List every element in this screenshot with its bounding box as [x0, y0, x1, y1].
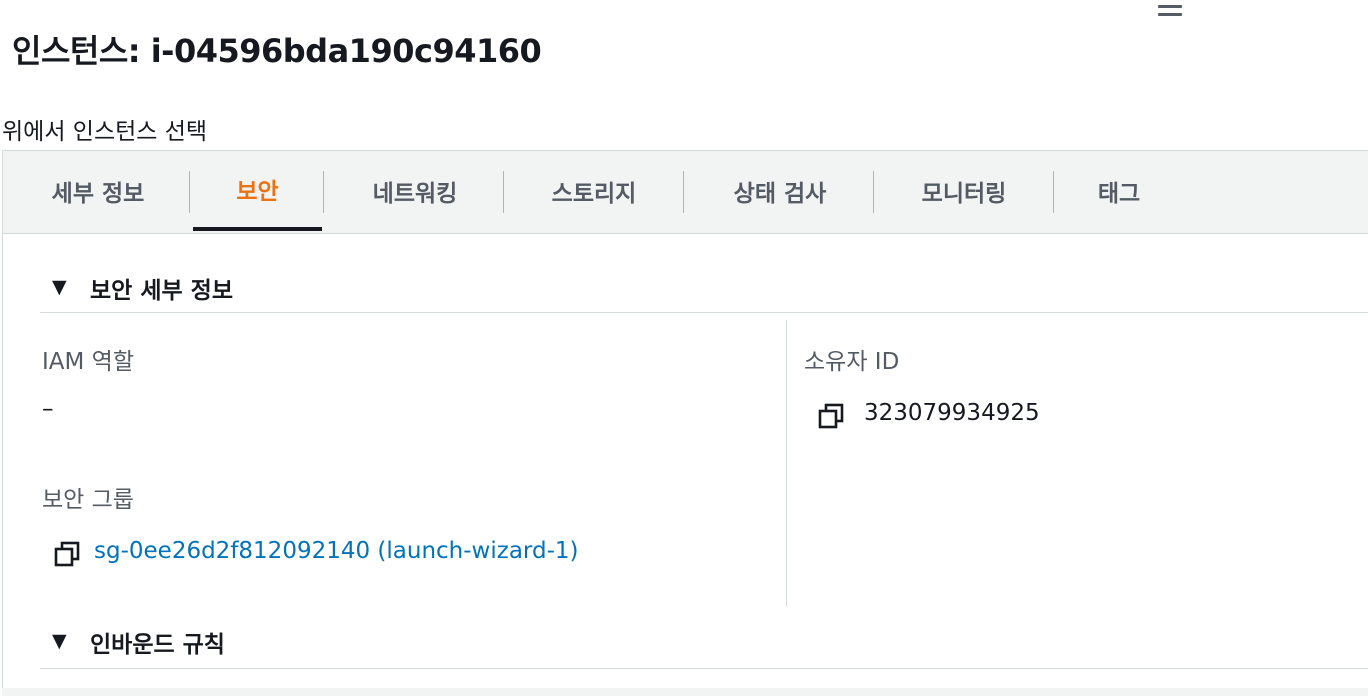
tab-tags[interactable]: 태그 [1067, 151, 1171, 231]
page: 인스턴스: i-04596bda190c94160 위에서 인스턴스 선택 세부… [0, 0, 1368, 696]
tab-networking[interactable]: 네트워킹 [339, 151, 491, 231]
bottom-strip [2, 688, 1368, 696]
tab-separator [189, 171, 190, 213]
tab-status-checks[interactable]: 상태 검사 [697, 151, 863, 231]
inbound-rules-header[interactable]: ▼ 인바운드 규칙 [40, 622, 1368, 669]
page-title: 인스턴스: i-04596bda190c94160 [12, 32, 542, 70]
tab-monitoring[interactable]: 모니터링 [887, 151, 1041, 231]
tab-bar: 세부 정보 보안 네트워킹 스토리지 상태 검사 모니터링 태그 [3, 151, 1368, 234]
tab-separator [503, 171, 504, 213]
tab-separator [873, 171, 874, 213]
copy-icon[interactable] [818, 403, 844, 429]
caret-down-icon: ▼ [52, 630, 67, 652]
column-divider [786, 320, 787, 606]
inbound-rules-title: 인바운드 규칙 [90, 632, 225, 658]
security-group-link[interactable]: sg-0ee26d2f812092140 (launch-wizard-1) [94, 538, 578, 564]
caret-down-icon: ▼ [52, 276, 67, 298]
security-groups-label: 보안 그룹 [42, 487, 134, 513]
tab-security[interactable]: 보안 [193, 151, 322, 231]
owner-id-value: 323079934925 [864, 400, 1040, 426]
copy-icon[interactable] [54, 541, 80, 567]
owner-id-label: 소유자 ID [804, 349, 900, 375]
tab-details[interactable]: 세부 정보 [25, 151, 171, 231]
iam-role-label: IAM 역할 [42, 349, 134, 375]
security-details-header[interactable]: ▼ 보안 세부 정보 [40, 268, 1368, 313]
iam-role-value: – [42, 396, 54, 422]
tab-storage[interactable]: 스토리지 [519, 151, 669, 231]
tab-separator [1053, 171, 1054, 213]
drag-handle-icon[interactable] [1158, 5, 1182, 21]
details-panel: 세부 정보 보안 네트워킹 스토리지 상태 검사 모니터링 태그 [2, 150, 1368, 696]
tab-separator [683, 171, 684, 213]
security-details-title: 보안 세부 정보 [90, 278, 233, 304]
page-subtitle: 위에서 인스턴스 선택 [2, 119, 208, 145]
tab-separator [323, 171, 324, 213]
